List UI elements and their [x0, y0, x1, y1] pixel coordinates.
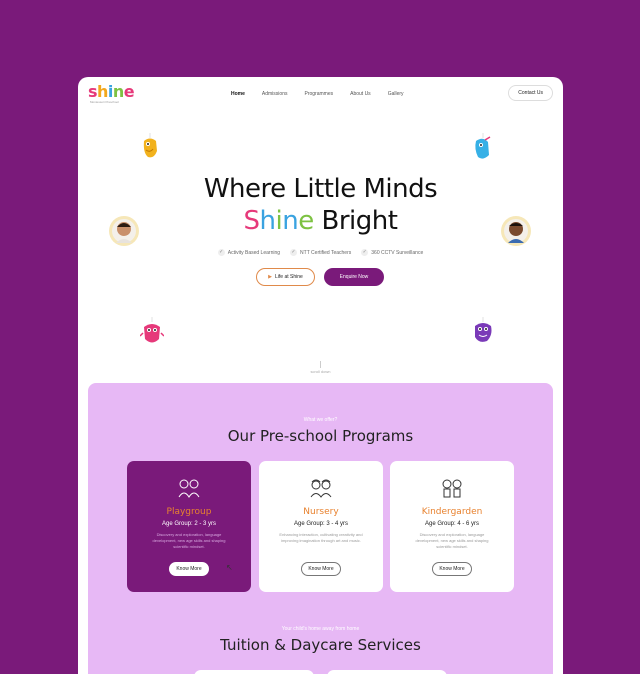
daycare-card[interactable]: [327, 670, 447, 674]
check-icon: ✓: [361, 249, 369, 256]
daycare-title: Tuition & Daycare Services: [220, 636, 421, 654]
life-at-shine-label: Life at Shine: [275, 274, 303, 280]
card-description: Discovery and exploration, language deve…: [415, 532, 489, 549]
feature-item: ✓ NTT Certified Teachers: [290, 249, 351, 256]
contact-us-button[interactable]: Contact Us: [508, 85, 553, 101]
kindergarden-kids-icon: [442, 479, 462, 498]
shine-letter: S: [243, 206, 261, 236]
nav-links: Home Admissions Programmes About Us Gall…: [231, 91, 421, 97]
program-card-nursery[interactable]: Nursery Age Group: 3 - 4 yrs Enhancing i…: [259, 461, 383, 592]
logo-letter: n: [112, 82, 124, 101]
nav-gallery[interactable]: Gallery: [388, 91, 404, 97]
scroll-indicator-line: [320, 361, 321, 368]
logo-letter: h: [97, 82, 108, 101]
shine-letter: h: [259, 206, 276, 236]
nav-about-us[interactable]: About Us: [350, 91, 371, 97]
top-navbar: shine Montessori Preschool Home Admissio…: [78, 77, 563, 111]
check-icon: ✓: [217, 249, 225, 256]
hero-title-line2: Shine Bright: [78, 206, 563, 236]
nav-home[interactable]: Home: [231, 91, 245, 97]
hero-title-line1: Where Little Minds: [203, 174, 438, 204]
check-icon: ✓: [290, 249, 298, 256]
know-more-button[interactable]: Know More: [169, 562, 209, 576]
know-more-button[interactable]: Know More: [301, 562, 341, 576]
yellow-monster-icon: [143, 133, 157, 158]
hero-bright-word: Bright: [313, 206, 398, 236]
card-title: Playgroup: [166, 507, 212, 517]
program-card-kindergarden[interactable]: Kindergarden Age Group: 4 - 6 yrs Discov…: [390, 461, 514, 592]
hero-shine-word: Shine: [243, 206, 315, 236]
shine-logo[interactable]: shine: [88, 82, 135, 101]
blue-monster-icon: [475, 133, 491, 159]
daycare-card[interactable]: [194, 670, 314, 674]
play-icon: ▶: [268, 274, 273, 280]
feature-label: Activity Based Learning: [227, 249, 281, 256]
logo-letter: e: [123, 82, 135, 101]
card-age-group: Age Group: 3 - 4 yrs: [293, 521, 349, 527]
nav-admissions[interactable]: Admissions: [262, 91, 288, 97]
life-at-shine-button[interactable]: ▶ Life at Shine: [256, 268, 315, 286]
programs-section: What we offer? Our Pre-school Programs P…: [88, 383, 553, 674]
nav-programmes[interactable]: Programmes: [304, 91, 333, 97]
purple-monster-icon: [475, 317, 492, 342]
feature-label: NTT Certified Teachers: [300, 249, 352, 256]
hero-features: ✓ Activity Based Learning ✓ NTT Certified …: [78, 249, 563, 256]
shine-letter: e: [298, 206, 314, 236]
feature-item: ✓ Activity Based Learning: [217, 249, 281, 256]
nursery-kids-icon: [310, 479, 332, 498]
program-card-playgroup[interactable]: Playgroup Age Group: 2 - 3 yrs Discovery…: [127, 461, 251, 592]
card-title: Nursery: [303, 507, 339, 517]
programs-title: Our Pre-school Programs: [227, 427, 414, 445]
feature-label: 360 CCTV Surveillance: [371, 249, 424, 256]
browser-frame: shine Montessori Preschool Home Admissio…: [78, 77, 563, 674]
playgroup-kids-icon: [178, 479, 200, 498]
card-title: Kindergarden: [421, 507, 483, 517]
card-age-group: Age Group: 4 - 6 yrs: [424, 521, 480, 527]
logo-letter: s: [88, 82, 98, 101]
pink-monster-icon: [140, 317, 164, 343]
enquire-now-button[interactable]: Enquire Now: [324, 268, 384, 286]
daycare-kicker: Your child's home away from home: [281, 626, 360, 632]
programs-kicker: What we offer?: [303, 417, 338, 423]
feature-item: ✓ 360 CCTV Surveillance: [361, 249, 423, 256]
scroll-down-label[interactable]: scroll down: [78, 369, 563, 374]
know-more-button[interactable]: Know More: [432, 562, 472, 576]
card-age-group: Age Group: 2 - 3 yrs: [161, 521, 217, 527]
card-description: Enhancing interaction, cultivating creat…: [279, 532, 363, 543]
logo-tagline: Montessori Preschool: [90, 100, 119, 104]
card-description: Discovery and exploration, language deve…: [152, 532, 226, 549]
shine-letter: n: [282, 206, 299, 236]
mouse-cursor-icon: ↖: [226, 563, 233, 572]
